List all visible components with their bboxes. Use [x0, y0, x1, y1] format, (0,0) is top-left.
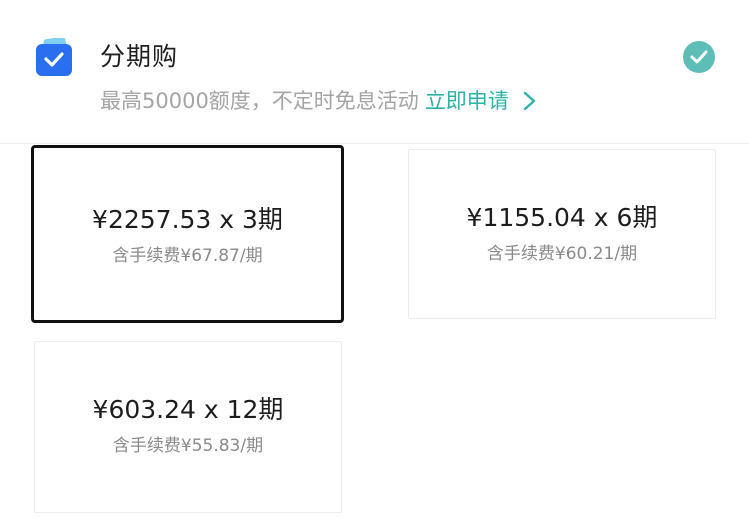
credit-limit-text: 最高50000额度，不定时免息活动: [100, 89, 419, 113]
plan-option-6[interactable]: ¥1155.04 x 6期 含手续费¥60.21/期: [408, 149, 716, 319]
plan-fee: 含手续费¥60.21/期: [486, 244, 638, 264]
plan-fee: 含手续费¥55.83/期: [112, 436, 264, 456]
payment-method-title: 分期购: [100, 42, 179, 71]
selected-check-icon[interactable]: [683, 41, 715, 73]
wallet-check-icon: [36, 38, 72, 76]
checkmark-icon: [690, 50, 708, 64]
plan-amount: ¥2257.53 x 3期: [92, 205, 283, 234]
installment-payment-option[interactable]: 分期购 最高50000额度，不定时免息活动 立即申请: [0, 0, 749, 145]
apply-now-link[interactable]: 立即申请: [425, 86, 537, 116]
plan-option-3[interactable]: ¥2257.53 x 3期 含手续费¥67.87/期: [31, 145, 344, 323]
apply-now-label: 立即申请: [424, 89, 509, 113]
plan-amount: ¥603.24 x 12期: [92, 395, 284, 424]
chevron-right-icon: [523, 91, 536, 111]
plan-amount: ¥1155.04 x 6期: [466, 203, 658, 232]
plan-option-12[interactable]: ¥603.24 x 12期 含手续费¥55.83/期: [34, 341, 342, 513]
payment-method-description: 最高50000额度，不定时免息活动 立即申请: [100, 86, 537, 116]
plan-fee: 含手续费¥67.87/期: [112, 246, 263, 266]
divider: [0, 143, 749, 144]
